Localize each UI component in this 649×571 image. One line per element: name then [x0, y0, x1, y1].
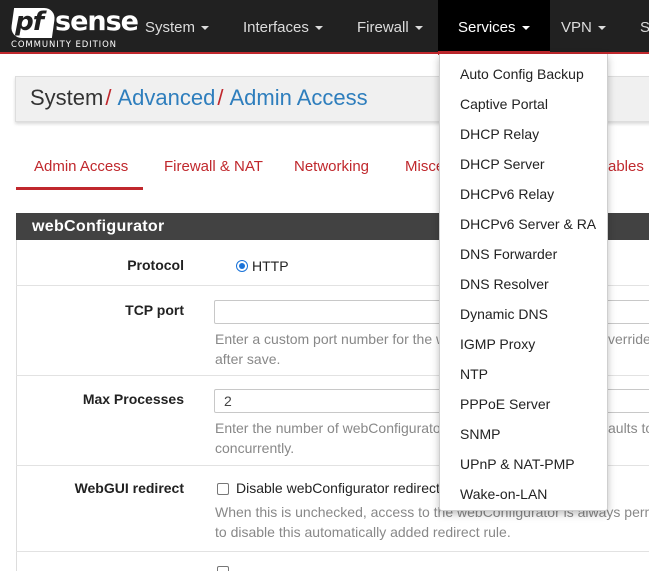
- tab-system-tunables[interactable]: ables: [608, 158, 644, 175]
- max-processes-help-line2: concurrently.: [215, 440, 295, 456]
- protocol-label: Protocol: [127, 257, 184, 273]
- top-navbar: pf sense COMMUNITY EDITION System Interf…: [0, 0, 649, 55]
- webgui-redirect-label: WebGUI redirect: [74, 480, 184, 496]
- menu-item-dns-resolver[interactable]: DNS Resolver: [460, 276, 549, 292]
- breadcrumb-separator: /: [217, 85, 224, 110]
- webgui-redirect-checkbox-label[interactable]: Disable webConfigurator redirect: [236, 480, 440, 496]
- active-tab-indicator: [16, 187, 143, 190]
- nav-services-label: Services: [458, 19, 516, 36]
- menu-item-auto-config-backup[interactable]: Auto Config Backup: [460, 66, 584, 82]
- nav-vpn-label: VPN: [561, 19, 592, 36]
- tab-firewall-nat[interactable]: Firewall & NAT: [164, 158, 263, 175]
- menu-item-ntp[interactable]: NTP: [460, 366, 488, 382]
- caret-down-icon: [414, 26, 423, 31]
- nav-status-partial[interactable]: S: [640, 0, 649, 54]
- max-processes-help-line1-tail: aults to: [608, 420, 649, 436]
- caret-down-icon: [314, 26, 323, 31]
- menu-item-dhcpv6-relay[interactable]: DHCPv6 Relay: [460, 186, 554, 202]
- caret-down-icon: [521, 26, 530, 31]
- menu-item-snmp[interactable]: SNMP: [460, 426, 500, 442]
- webgui-redirect-help-line2: to disable this automatically added redi…: [215, 524, 511, 540]
- caret-down-icon: [201, 26, 210, 31]
- tcp-port-label: TCP port: [125, 302, 184, 318]
- protocol-http-radio[interactable]: [236, 260, 248, 272]
- breadcrumb-system: System: [30, 85, 104, 110]
- menu-item-dynamic-dns[interactable]: Dynamic DNS: [460, 306, 548, 322]
- logo-pf-text: pf: [15, 7, 44, 37]
- nav-system-label: System: [145, 19, 196, 36]
- max-processes-label: Max Processes: [82, 391, 184, 407]
- max-processes-help-line1: Enter the number of webConfigurato: [215, 420, 441, 436]
- menu-item-dhcp-relay[interactable]: DHCP Relay: [460, 126, 539, 142]
- caret-down-icon: [597, 26, 606, 31]
- nav-interfaces-label: Interfaces: [243, 19, 309, 36]
- menu-item-pppoe-server[interactable]: PPPoE Server: [460, 396, 550, 412]
- breadcrumb-advanced-link[interactable]: Advanced: [117, 85, 215, 110]
- logo-edition-text: COMMUNITY EDITION: [11, 40, 117, 50]
- logo-pf-badge: pf: [9, 7, 57, 38]
- row-divider: [16, 551, 649, 552]
- pfsense-logo[interactable]: pf sense COMMUNITY EDITION: [9, 6, 139, 52]
- next-row-checkbox-partial[interactable]: [217, 566, 229, 571]
- tcp-port-help-line1-tail: verride: [608, 331, 649, 347]
- protocol-http-label[interactable]: HTTP: [252, 258, 289, 274]
- breadcrumb-separator: /: [105, 85, 112, 110]
- menu-item-dhcp-server[interactable]: DHCP Server: [460, 156, 545, 172]
- nav-services[interactable]: Services: [438, 0, 550, 55]
- tab-admin-access[interactable]: Admin Access: [34, 158, 128, 175]
- tcp-port-help-line2: after save.: [215, 351, 281, 367]
- menu-item-upnp-nat-pmp[interactable]: UPnP & NAT-PMP: [460, 456, 575, 472]
- breadcrumb-admin-access-link[interactable]: Admin Access: [229, 85, 367, 110]
- tab-networking[interactable]: Networking: [294, 158, 369, 175]
- services-dropdown-menu: Auto Config Backup Captive Portal DHCP R…: [439, 54, 608, 511]
- menu-item-dhcpv6-server-ra[interactable]: DHCPv6 Server & RA: [460, 216, 596, 232]
- nav-firewall[interactable]: Firewall: [357, 0, 423, 54]
- nav-vpn[interactable]: VPN: [561, 0, 606, 54]
- webgui-redirect-checkbox[interactable]: [217, 483, 229, 495]
- tcp-port-help-line1: Enter a custom port number for the w: [215, 331, 447, 347]
- nav-firewall-label: Firewall: [357, 19, 409, 36]
- nav-interfaces[interactable]: Interfaces: [243, 0, 323, 54]
- menu-item-igmp-proxy[interactable]: IGMP Proxy: [460, 336, 535, 352]
- menu-item-wake-on-lan[interactable]: Wake-on-LAN: [460, 486, 547, 502]
- nav-status-label: S: [640, 19, 649, 36]
- logo-sense-text: sense: [55, 6, 139, 37]
- menu-item-dns-forwarder[interactable]: DNS Forwarder: [460, 246, 557, 262]
- menu-item-captive-portal[interactable]: Captive Portal: [460, 96, 548, 112]
- breadcrumb: System/Advanced/Admin Access: [30, 85, 368, 111]
- nav-system[interactable]: System: [145, 0, 210, 54]
